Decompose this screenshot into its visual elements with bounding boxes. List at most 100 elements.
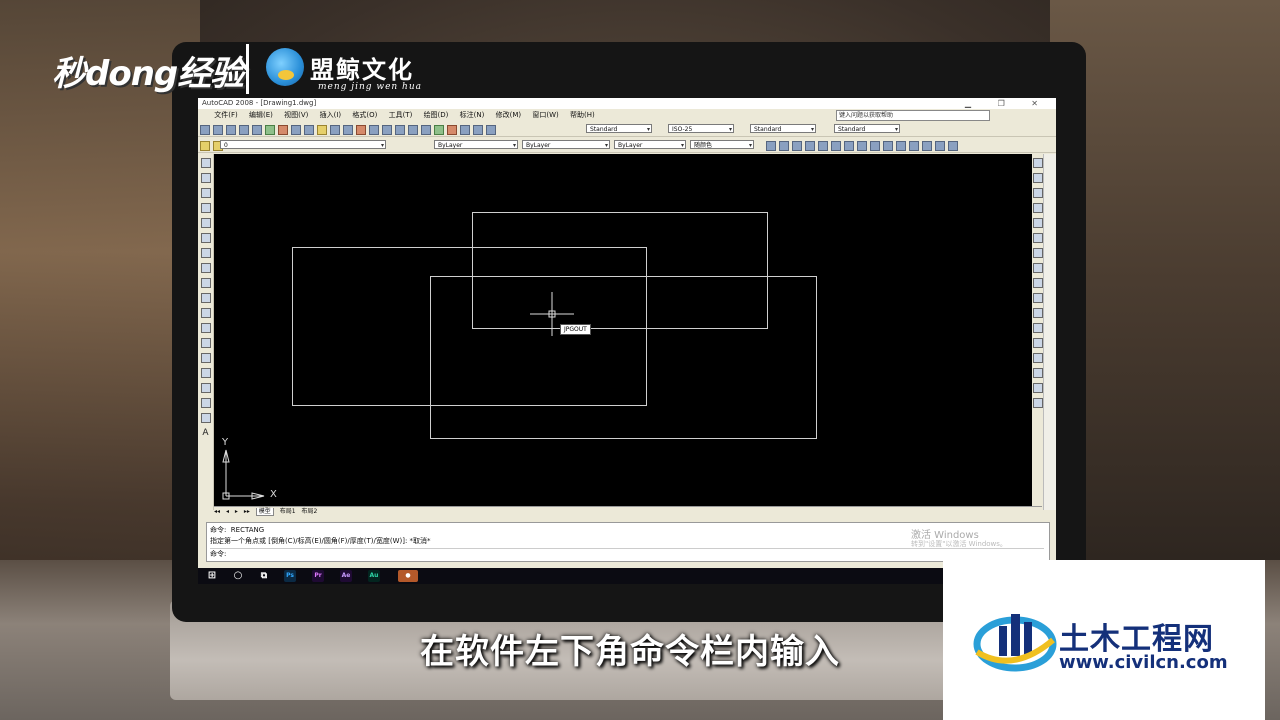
point-icon[interactable] [200, 353, 211, 363]
menu-modify[interactable]: 修改(M) [496, 109, 522, 121]
publish-icon[interactable] [265, 125, 275, 135]
photoshop-icon[interactable]: Ps [284, 570, 296, 582]
offset-icon[interactable] [1033, 203, 1043, 213]
lineweight-select[interactable]: ByLayer [614, 140, 686, 150]
stretch-icon[interactable] [1033, 278, 1043, 288]
menu-edit[interactable]: 编辑(E) [249, 109, 273, 121]
explode-icon[interactable] [1033, 398, 1043, 408]
drawing-canvas[interactable]: JPGOUT Y X [214, 154, 1042, 506]
zoom-previous-icon[interactable] [395, 125, 405, 135]
array-icon[interactable] [1033, 218, 1043, 228]
windows-start-icon[interactable]: ⊞ [206, 570, 218, 582]
break-at-point-icon[interactable] [1033, 323, 1043, 333]
tab-model[interactable]: 模型 [255, 508, 274, 516]
redo-icon[interactable] [343, 125, 353, 135]
paste-icon[interactable] [304, 125, 314, 135]
menu-file[interactable]: 文件(F) [214, 109, 238, 121]
cut-icon[interactable] [278, 125, 288, 135]
copy-object-icon[interactable] [1033, 173, 1043, 183]
tab-first-button[interactable]: ◂◂ [214, 508, 220, 515]
line-icon[interactable] [200, 158, 211, 168]
zoom-realtime-icon[interactable] [369, 125, 379, 135]
tab-prev-button[interactable]: ◂ [226, 508, 229, 515]
jogged-icon[interactable] [831, 141, 841, 151]
tab-last-button[interactable]: ▸▸ [244, 508, 250, 515]
ellipse-arc-icon[interactable] [200, 308, 211, 318]
dim-style-select[interactable]: ISO-25 [668, 124, 734, 134]
table-style-select[interactable]: Standard [750, 124, 816, 134]
after-effects-icon[interactable]: Ae [340, 570, 352, 582]
markup-icon[interactable] [460, 125, 470, 135]
command-input[interactable]: 命令: [210, 548, 1044, 559]
rectangle-icon[interactable] [200, 218, 211, 228]
fillet-icon[interactable] [1033, 383, 1043, 393]
make-block-icon[interactable] [200, 338, 211, 348]
angular-icon[interactable] [857, 141, 867, 151]
undo-icon[interactable] [330, 125, 340, 135]
tab-layout2[interactable]: 布局2 [301, 508, 317, 515]
menu-tools[interactable]: 工具(T) [389, 109, 413, 121]
menu-format[interactable]: 格式(O) [352, 109, 377, 121]
color-select[interactable]: ByLayer [434, 140, 518, 150]
construction-line-icon[interactable] [200, 173, 211, 183]
menu-dimension[interactable]: 标注(N) [460, 109, 485, 121]
match-properties-icon[interactable] [317, 125, 327, 135]
multiline-text-icon[interactable]: A [198, 428, 213, 438]
preview-icon[interactable] [252, 125, 262, 135]
join-icon[interactable] [1033, 353, 1043, 363]
menu-insert[interactable]: 插入(I) [320, 109, 342, 121]
sheet-set-icon[interactable] [447, 125, 457, 135]
text-style-select[interactable]: Standard [586, 124, 652, 134]
ellipse-icon[interactable] [200, 293, 211, 303]
erase-icon[interactable] [1033, 158, 1043, 168]
linetype-select[interactable]: ByLayer [522, 140, 610, 150]
ordinate-icon[interactable] [805, 141, 815, 151]
layer-manager-icon[interactable] [200, 141, 210, 151]
help-icon[interactable] [486, 125, 496, 135]
diameter-icon[interactable] [844, 141, 854, 151]
center-mark-icon[interactable] [922, 141, 932, 151]
continue-icon[interactable] [896, 141, 906, 151]
plot-style-select[interactable]: 随颜色 [690, 140, 754, 150]
properties-icon[interactable] [408, 125, 418, 135]
quick-dim-icon[interactable] [870, 141, 880, 151]
table-icon[interactable] [200, 413, 211, 423]
menu-draw[interactable]: 绘图(D) [424, 109, 449, 121]
chamfer-icon[interactable] [1033, 368, 1043, 378]
scale-icon[interactable] [1033, 263, 1043, 273]
rotate-icon[interactable] [1033, 248, 1043, 258]
radius-icon[interactable] [818, 141, 828, 151]
baseline-icon[interactable] [883, 141, 893, 151]
window-controls[interactable]: ▁ ❐ ✕ [965, 98, 1050, 109]
tab-next-button[interactable]: ▸ [235, 508, 238, 515]
design-center-icon[interactable] [421, 125, 431, 135]
arc-icon[interactable] [200, 233, 211, 243]
open-icon[interactable] [213, 125, 223, 135]
layer-select[interactable]: 0 [220, 140, 386, 150]
move-icon[interactable] [1033, 233, 1043, 243]
multileader-style-select[interactable]: Standard [834, 124, 900, 134]
trim-icon[interactable] [1033, 293, 1043, 303]
task-view-icon[interactable]: ⧉ [258, 570, 270, 582]
tool-palettes-icon[interactable] [434, 125, 444, 135]
extend-icon[interactable] [1033, 308, 1043, 318]
circle-icon[interactable] [200, 248, 211, 258]
arc-length-icon[interactable] [792, 141, 802, 151]
plot-icon[interactable] [239, 125, 249, 135]
polygon-icon[interactable] [200, 203, 211, 213]
search-icon[interactable]: ○ [232, 570, 244, 582]
revision-cloud-icon[interactable] [200, 263, 211, 273]
region-icon[interactable] [200, 398, 211, 408]
dim-update-icon[interactable] [948, 141, 958, 151]
new-icon[interactable] [200, 125, 210, 135]
mirror-icon[interactable] [1033, 188, 1043, 198]
vertical-scrollbar[interactable] [1043, 154, 1056, 510]
copy-icon[interactable] [291, 125, 301, 135]
tolerance-icon[interactable] [909, 141, 919, 151]
menu-view[interactable]: 视图(V) [284, 109, 308, 121]
hatch-icon[interactable] [200, 368, 211, 378]
dim-edit-icon[interactable] [935, 141, 945, 151]
linear-dim-icon[interactable] [766, 141, 776, 151]
insert-block-icon[interactable] [200, 323, 211, 333]
autocad-taskbar-icon[interactable]: ● [398, 570, 418, 582]
